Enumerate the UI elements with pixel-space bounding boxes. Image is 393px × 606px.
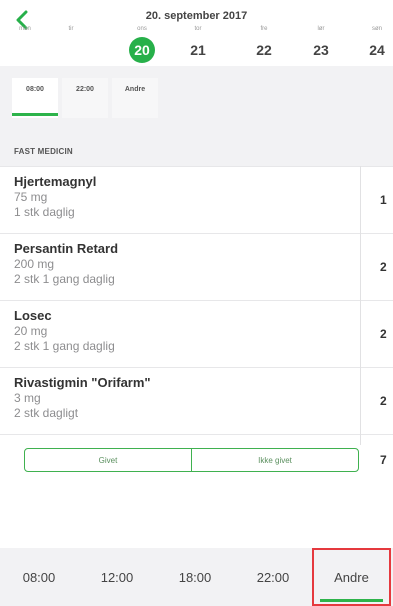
med-frequency: 2 stk dagligt [14, 406, 79, 420]
day-name: ons [137, 26, 147, 32]
not-given-button[interactable]: Ikke givet [191, 449, 358, 471]
day-number: 20 [129, 37, 155, 63]
list-item[interactable]: Hjertemagnyl 75 mg 1 stk daglig 1 [0, 166, 393, 234]
column-divider [360, 166, 361, 445]
day-thu[interactable]: tor 21 [173, 24, 223, 60]
bottom-tab-1200[interactable]: 12:00 [78, 548, 156, 606]
given-button[interactable]: Givet [25, 449, 191, 471]
given-segmented-control: Givet Ikke givet [24, 448, 359, 472]
bottom-tab-label: 22:00 [256, 569, 290, 585]
day-sat[interactable]: lør 23 [296, 24, 346, 60]
tab-andre[interactable]: Andre [112, 78, 158, 118]
med-quantity: 1 [380, 193, 387, 207]
day-name: fre [260, 26, 268, 32]
day-name: tir [68, 26, 74, 32]
day-number: 24 [369, 42, 385, 58]
med-dose: 200 mg [14, 257, 55, 271]
med-name: Persantin Retard [14, 241, 119, 256]
bottom-tab-0800[interactable]: 08:00 [0, 548, 78, 606]
bottom-tab-label: 12:00 [100, 569, 134, 585]
week-strip: man tir ons 20 tor 21 fre 22 lør 23 søn … [0, 24, 393, 66]
list-item[interactable]: Rivastigmin "Orifarm" 3 mg 2 stk dagligt… [0, 368, 393, 435]
list-item[interactable]: Persantin Retard 200 mg 2 stk 1 gang dag… [0, 234, 393, 301]
med-frequency: 2 stk 1 gang daglig [14, 339, 115, 353]
medication-list: Hjertemagnyl 75 mg 1 stk daglig 1 Persan… [0, 166, 393, 435]
med-quantity: 2 [380, 327, 387, 341]
day-mon[interactable]: man [0, 24, 50, 60]
bottom-tab-2200[interactable]: 22:00 [234, 548, 312, 606]
day-name: man [19, 26, 31, 32]
bottom-tab-label: 18:00 [178, 569, 212, 585]
bottom-tab-label: Andre [334, 569, 369, 585]
med-dose: 75 mg [14, 190, 48, 204]
tab-2200[interactable]: 22:00 [62, 78, 108, 118]
day-number: 22 [256, 42, 272, 58]
day-sun[interactable]: søn 24 [352, 24, 393, 60]
bottom-tab-label: 08:00 [22, 569, 56, 585]
med-quantity: 2 [380, 260, 387, 274]
med-frequency: 1 stk daglig [14, 205, 75, 219]
active-tab-indicator [320, 599, 383, 602]
med-name: Rivastigmin "Orifarm" [14, 375, 151, 390]
time-tabs: 08:00 22:00 Andre [12, 78, 162, 118]
med-quantity: 2 [380, 394, 387, 408]
date-title: 20. september 2017 [145, 10, 248, 22]
med-name: Hjertemagnyl [14, 174, 97, 189]
day-fri[interactable]: fre 22 [239, 24, 289, 60]
section-title: FAST MEDICIN [14, 147, 73, 156]
med-dose: 20 mg [14, 324, 48, 338]
day-tue[interactable]: tir [46, 24, 96, 60]
list-item[interactable]: Losec 20 mg 2 stk 1 gang daglig 2 [0, 301, 393, 368]
med-frequency: 2 stk 1 gang daglig [14, 272, 115, 286]
bottom-tab-bar: 08:00 12:00 18:00 22:00 Andre [0, 548, 393, 606]
med-name: Losec [14, 308, 52, 323]
day-name: tor [194, 26, 202, 32]
day-number: 21 [190, 42, 206, 58]
bottom-tab-1800[interactable]: 18:00 [156, 548, 234, 606]
day-number [46, 40, 96, 60]
day-number [0, 40, 50, 60]
day-name: lør [317, 26, 325, 32]
total-quantity: 7 [380, 453, 387, 467]
bottom-tab-andre[interactable]: Andre [312, 548, 391, 606]
tab-0800[interactable]: 08:00 [12, 78, 58, 118]
day-number: 23 [313, 42, 329, 58]
day-name: søn [371, 26, 382, 32]
med-dose: 3 mg [14, 391, 41, 405]
day-wed-selected[interactable]: ons 20 [117, 24, 167, 63]
